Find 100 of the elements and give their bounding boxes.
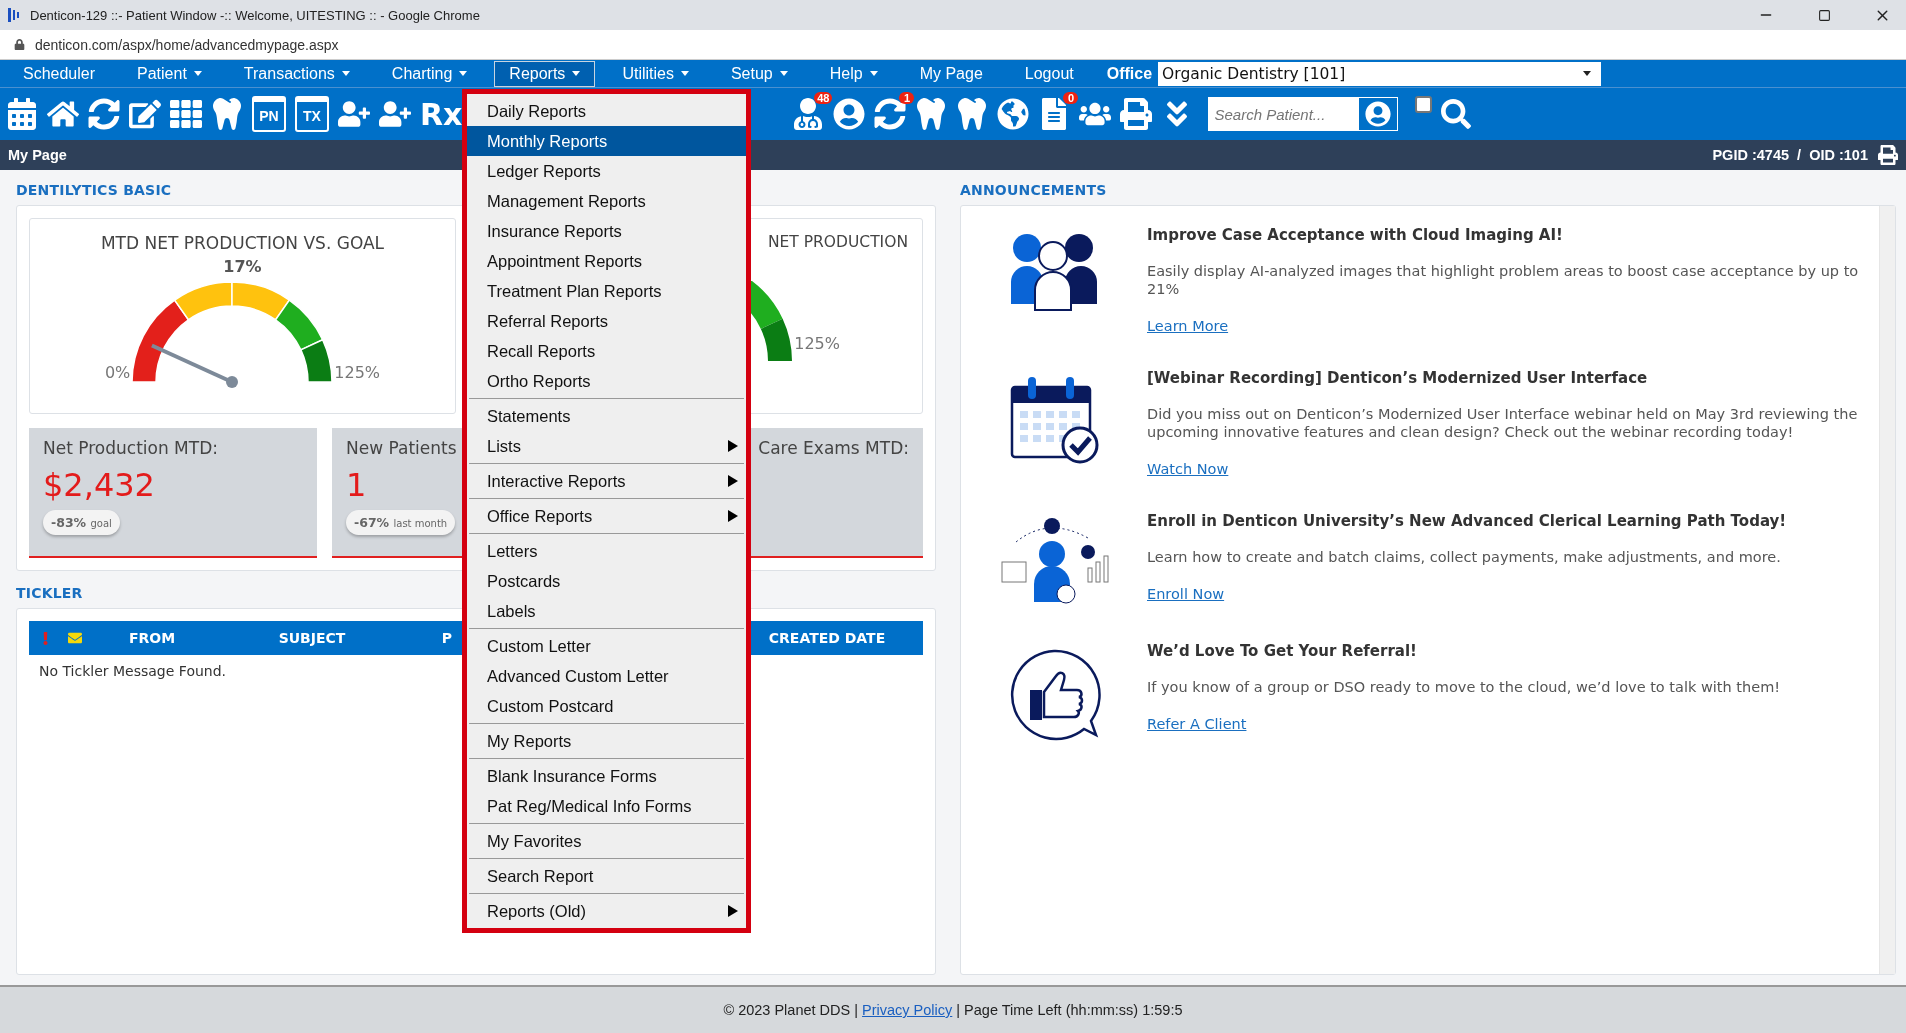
scrollbar[interactable] xyxy=(1879,206,1895,974)
menu-item[interactable]: Advanced Custom Letter xyxy=(467,661,746,691)
menu-item[interactable]: My Reports xyxy=(467,726,746,756)
globe-icon[interactable] xyxy=(997,98,1030,130)
announcement-text: Learn how to create and batch claims, collect payments, make adjustments, and more. xyxy=(1147,548,1782,566)
count-badge: 48 xyxy=(814,92,833,104)
column-header[interactable]: SUBJECT xyxy=(222,630,402,646)
gauge-max-label: 125% xyxy=(794,334,840,353)
edit-icon[interactable] xyxy=(129,98,161,130)
stat-title: New Patients xyxy=(346,438,457,458)
nav-menu-item[interactable]: Help xyxy=(814,60,893,87)
nav-menu-item[interactable]: Charting xyxy=(376,60,483,87)
menu-item[interactable]: Referral Reports xyxy=(467,306,746,336)
announcement-link[interactable]: Learn More xyxy=(1147,318,1229,334)
menu-item[interactable]: Ortho Reports xyxy=(467,366,746,396)
toolbar-button[interactable]: PN xyxy=(252,96,286,132)
menu-item[interactable]: Office Reports xyxy=(467,501,746,531)
tooth-chart-icon[interactable] xyxy=(170,98,202,130)
menu-item[interactable]: Treatment Plan Reports xyxy=(467,276,746,306)
menu-item[interactable]: Insurance Reports xyxy=(467,216,746,246)
nav-menu-item[interactable]: Scheduler xyxy=(8,60,111,87)
printer-icon[interactable] xyxy=(1120,98,1153,130)
gauge-title: MTD NET PRODUCTION VS. GOAL xyxy=(100,233,385,253)
menu-item[interactable]: Pat Reg/Medical Info Forms xyxy=(467,791,746,821)
menu-item[interactable]: Lists xyxy=(467,431,746,461)
tooth-icon[interactable] xyxy=(915,98,948,130)
footer-text: © 2023 Planet DDS | Privacy Policy | Page Time Left (hh:mm:ss) 1:59:5 xyxy=(723,1002,1183,1018)
envelope-icon xyxy=(68,631,82,645)
nav-menu-item[interactable]: Patient xyxy=(122,60,217,87)
calendar-icon[interactable] xyxy=(6,98,38,130)
printer-icon[interactable] xyxy=(1878,145,1898,165)
lock-icon xyxy=(14,39,25,50)
page-ids: PGID :4745 / OID :101 xyxy=(1712,147,1868,163)
menu-item[interactable]: Reports (Old) xyxy=(467,896,746,926)
address-bar-url[interactable]: denticon.com/aspx/home/advancedmypage.aspx xyxy=(35,36,339,53)
tooth-icon[interactable] xyxy=(211,98,243,130)
gauge-min-label: 0% xyxy=(104,363,131,382)
prescription-button[interactable]: Rx xyxy=(420,96,463,132)
stat-title: Net Production MTD: xyxy=(43,438,218,458)
stat-value: 1 xyxy=(346,466,367,504)
announcement-link[interactable]: Enroll Now xyxy=(1147,586,1225,602)
menu-item[interactable]: Custom Postcard xyxy=(467,691,746,721)
menu-item[interactable]: Labels xyxy=(467,596,746,626)
announcement-text: If you know of a group or DSO ready to move to the cloud, we’d love to talk with them! xyxy=(1147,678,1782,696)
toolbar-button[interactable]: TX xyxy=(295,96,329,132)
menu-item[interactable]: Postcards xyxy=(467,566,746,596)
nav-menu-item[interactable]: Transactions xyxy=(228,60,365,87)
nav-menu-item[interactable]: Utilities xyxy=(607,60,704,87)
count-badge: 0 xyxy=(1063,92,1079,104)
calendar-check-icon xyxy=(1008,375,1100,465)
menu-item[interactable]: Blank Insurance Forms xyxy=(467,761,746,791)
app-icon xyxy=(8,7,20,23)
gauge-reading: 17% xyxy=(223,257,262,276)
section-heading: DENTILYTICS BASIC xyxy=(16,182,173,198)
office-label: Office xyxy=(1106,64,1153,83)
patient-search-button[interactable] xyxy=(1358,97,1399,131)
people-icon xyxy=(1009,232,1099,312)
count-badge: 1 xyxy=(899,92,915,104)
menu-item[interactable]: Custom Letter xyxy=(467,631,746,661)
nav-menu-item[interactable]: Setup xyxy=(715,60,803,87)
patient-search-field[interactable]: Search Patient... xyxy=(1208,97,1359,131)
change-badge: -83% goal xyxy=(43,510,120,535)
add-user-icon[interactable] xyxy=(338,98,370,130)
announcement-title: [Webinar Recording] Denticon’s Modernized User Interface xyxy=(1147,369,1649,387)
caret-icon xyxy=(1583,71,1592,76)
menu-item[interactable]: Interactive Reports xyxy=(467,466,746,496)
menu-item[interactable]: Statements xyxy=(467,401,746,431)
tooth-icon[interactable] xyxy=(956,98,989,130)
column-header[interactable]: FROM xyxy=(82,630,222,646)
nav-menu-item[interactable]: Reports xyxy=(494,60,596,87)
menu-item[interactable]: My Favorites xyxy=(467,826,746,856)
menu-item[interactable]: Appointment Reports xyxy=(467,246,746,276)
maximize-icon[interactable] xyxy=(1817,8,1831,22)
announcement-text: Easily display AI-analyzed images that highlight problem areas to boost case acceptance by up to 21% xyxy=(1147,262,1860,298)
menu-item[interactable]: Daily Reports xyxy=(467,96,746,126)
stat-value: $2,432 xyxy=(43,466,155,504)
announcement-text: Did you miss out on Denticon’s Modernized User Interface webinar held on May 3rd reviewing the upcoming innovative features and clean design? Check out the webinar recording today! xyxy=(1147,405,1859,441)
checkbox[interactable] xyxy=(1415,96,1433,113)
menu-item[interactable]: Recall Reports xyxy=(467,336,746,366)
announcement-link[interactable]: Watch Now xyxy=(1147,461,1229,477)
change-badge: -67% last month xyxy=(346,510,456,535)
privacy-policy-link[interactable]: Privacy Policy xyxy=(862,1002,953,1018)
gauge-title: NET PRODUCTION xyxy=(767,233,908,251)
column-header[interactable]: CREATED DATE xyxy=(752,630,902,646)
announcement-link[interactable]: Refer A Client xyxy=(1147,716,1247,732)
announcement-title: Improve Case Acceptance with Cloud Imaging AI! xyxy=(1147,226,1564,244)
add-user-icon[interactable] xyxy=(379,98,411,130)
menu-item[interactable]: Management Reports xyxy=(467,186,746,216)
nav-menu-item[interactable]: My Page xyxy=(904,60,998,87)
menu-item[interactable]: Ledger Reports xyxy=(467,156,746,186)
gauge-max-label: 125% xyxy=(334,363,381,382)
office-select[interactable]: Organic Dentistry [101] xyxy=(1158,61,1602,86)
section-heading: ANNOUNCEMENTS xyxy=(960,182,1108,198)
nav-menu-item[interactable]: Logout xyxy=(1009,60,1089,87)
column-header[interactable]: P xyxy=(402,630,452,646)
announcement-title: Enroll in Denticon University’s New Advanced Clerical Learning Path Today! xyxy=(1147,512,1788,530)
announcement-title: We’d Love To Get Your Referral! xyxy=(1147,642,1418,660)
menu-item[interactable]: Search Report xyxy=(467,861,746,891)
menu-item[interactable]: Letters xyxy=(467,536,746,566)
menu-item[interactable]: Monthly Reports xyxy=(467,126,746,156)
